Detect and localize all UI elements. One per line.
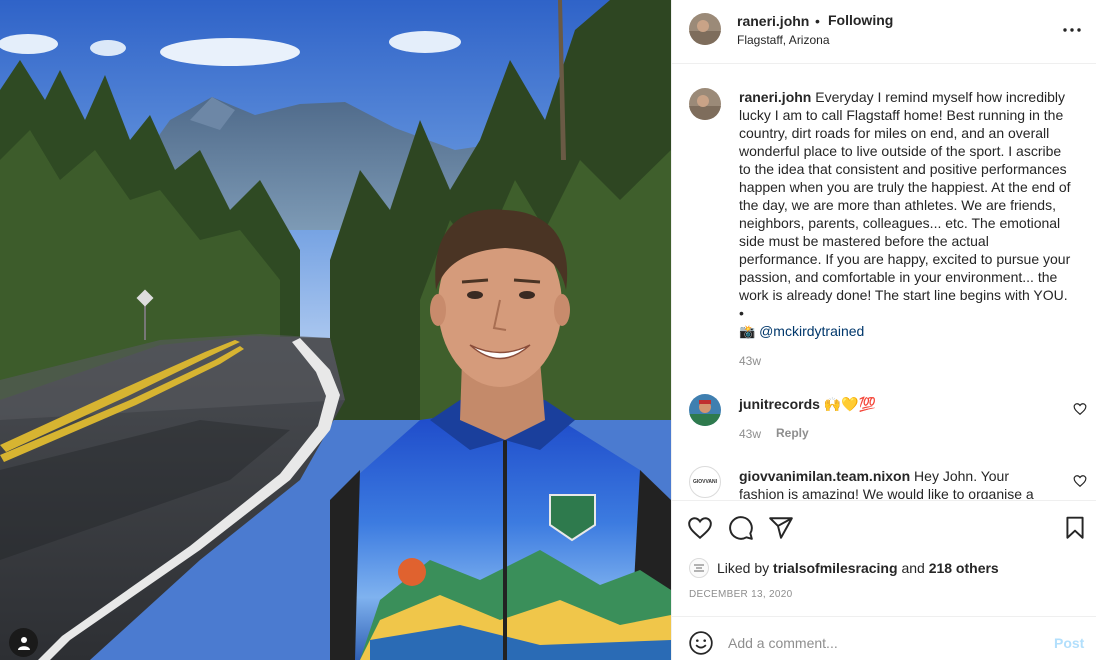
caption-line: the day, we are more than athletes. We a… (739, 197, 1056, 213)
like-comment-heart-icon[interactable] (1073, 402, 1087, 416)
user-icon (17, 636, 30, 650)
separator-dot: • (815, 13, 820, 29)
like-heart-icon[interactable] (687, 515, 713, 541)
avatar-logo-text: GIOVVANI (692, 479, 718, 485)
camera-emoji: 📸 (739, 324, 756, 339)
likes-others-count[interactable]: 218 others (929, 560, 999, 576)
caption-line: country, dirt roads for miles on end, an… (739, 125, 1050, 141)
caption-line: work is already done! The start line beg… (739, 287, 1068, 303)
liker-username[interactable]: trialsofmilesracing (773, 560, 898, 576)
mountain-road-portrait-image (0, 0, 671, 660)
location-link[interactable]: Flagstaff, Arizona (737, 33, 830, 47)
comment: giovvanimilan.team.nixon Hey John. Your (739, 467, 1009, 485)
tagged-people-button[interactable] (9, 628, 38, 657)
comment-username[interactable]: giovvanimilan.team.nixon (739, 468, 910, 484)
likes-summary: Liked by trialsofmilesracing and 218 oth… (689, 558, 999, 578)
post-comment-button[interactable]: Post (1054, 635, 1084, 651)
caption-line: side must be mastered before the actual (739, 233, 989, 249)
post-caption: raneri.john Everyday I remind myself how… (739, 88, 1089, 341)
emoji-smiley-icon[interactable] (688, 630, 714, 656)
post-date[interactable]: DECEMBER 13, 2020 (689, 589, 792, 600)
more-horizontal-icon (1063, 28, 1081, 32)
comment-text-continued: fashion is amazing! We would like to org… (739, 486, 1034, 499)
comment-bubble-icon[interactable] (728, 515, 754, 541)
following-button[interactable]: Following (828, 12, 893, 28)
caption-line: passion, and comfortable in your environ… (739, 269, 1058, 285)
reply-button[interactable]: Reply (776, 426, 809, 440)
more-options-button[interactable] (1060, 20, 1084, 40)
liker-avatar[interactable] (689, 558, 709, 578)
comment-text: 🙌💛💯 (823, 396, 877, 412)
caption-line: to the idea that consistent and positive… (739, 161, 1067, 177)
author-username[interactable]: raneri.john (737, 13, 809, 29)
share-paper-plane-icon[interactable] (768, 515, 794, 541)
liked-by-label: Liked by (717, 560, 770, 576)
caption-line: performance. If you are happy, excited t… (739, 251, 1071, 267)
profile-photo (689, 88, 721, 120)
commenter-avatar[interactable] (689, 394, 721, 426)
caption-line: neighbors, parents, colleagues... etc. T… (739, 215, 1061, 231)
caption-line: wonderful place to live outside of the s… (739, 143, 1062, 159)
caption-line: happen when you are truly the happiest. … (739, 179, 1071, 195)
comment-username[interactable]: junitrecords (739, 396, 820, 412)
post-actions: Liked by trialsofmilesracing and 218 oth… (672, 500, 1096, 616)
comments-scroll-area[interactable]: raneri.john Everyday I remind myself how… (672, 64, 1096, 499)
caption-author-avatar[interactable] (689, 88, 721, 120)
caption-timestamp[interactable]: 43w (739, 354, 761, 368)
comment-text: Hey John. Your (914, 468, 1010, 484)
post-details-panel: raneri.john • Following Flagstaff, Arizo… (671, 0, 1096, 660)
post-photo[interactable] (0, 0, 671, 660)
caption-line: lucky I am to call Flagstaff home! Best … (739, 107, 1064, 123)
profile-photo (689, 394, 721, 426)
comment-input[interactable] (728, 631, 1028, 655)
save-bookmark-icon[interactable] (1062, 515, 1088, 541)
add-comment-bar: Post (672, 616, 1096, 660)
comment-timestamp[interactable]: 43w (739, 427, 761, 441)
post-header: raneri.john • Following Flagstaff, Arizo… (672, 0, 1096, 64)
likes-conjunction: and (901, 560, 925, 576)
caption-line: • (739, 305, 744, 321)
author-avatar[interactable] (689, 13, 721, 45)
like-comment-heart-icon[interactable] (1073, 474, 1087, 488)
mention-link[interactable]: @mckirdytrained (759, 323, 864, 339)
caption-username[interactable]: raneri.john (739, 89, 811, 105)
comment: junitrecords 🙌💛💯 (739, 395, 876, 413)
logo-icon (694, 564, 704, 572)
profile-photo (689, 13, 721, 45)
commenter-avatar[interactable]: GIOVVANI (689, 466, 721, 498)
caption-line: Everyday I remind myself how incredibly (815, 89, 1066, 105)
